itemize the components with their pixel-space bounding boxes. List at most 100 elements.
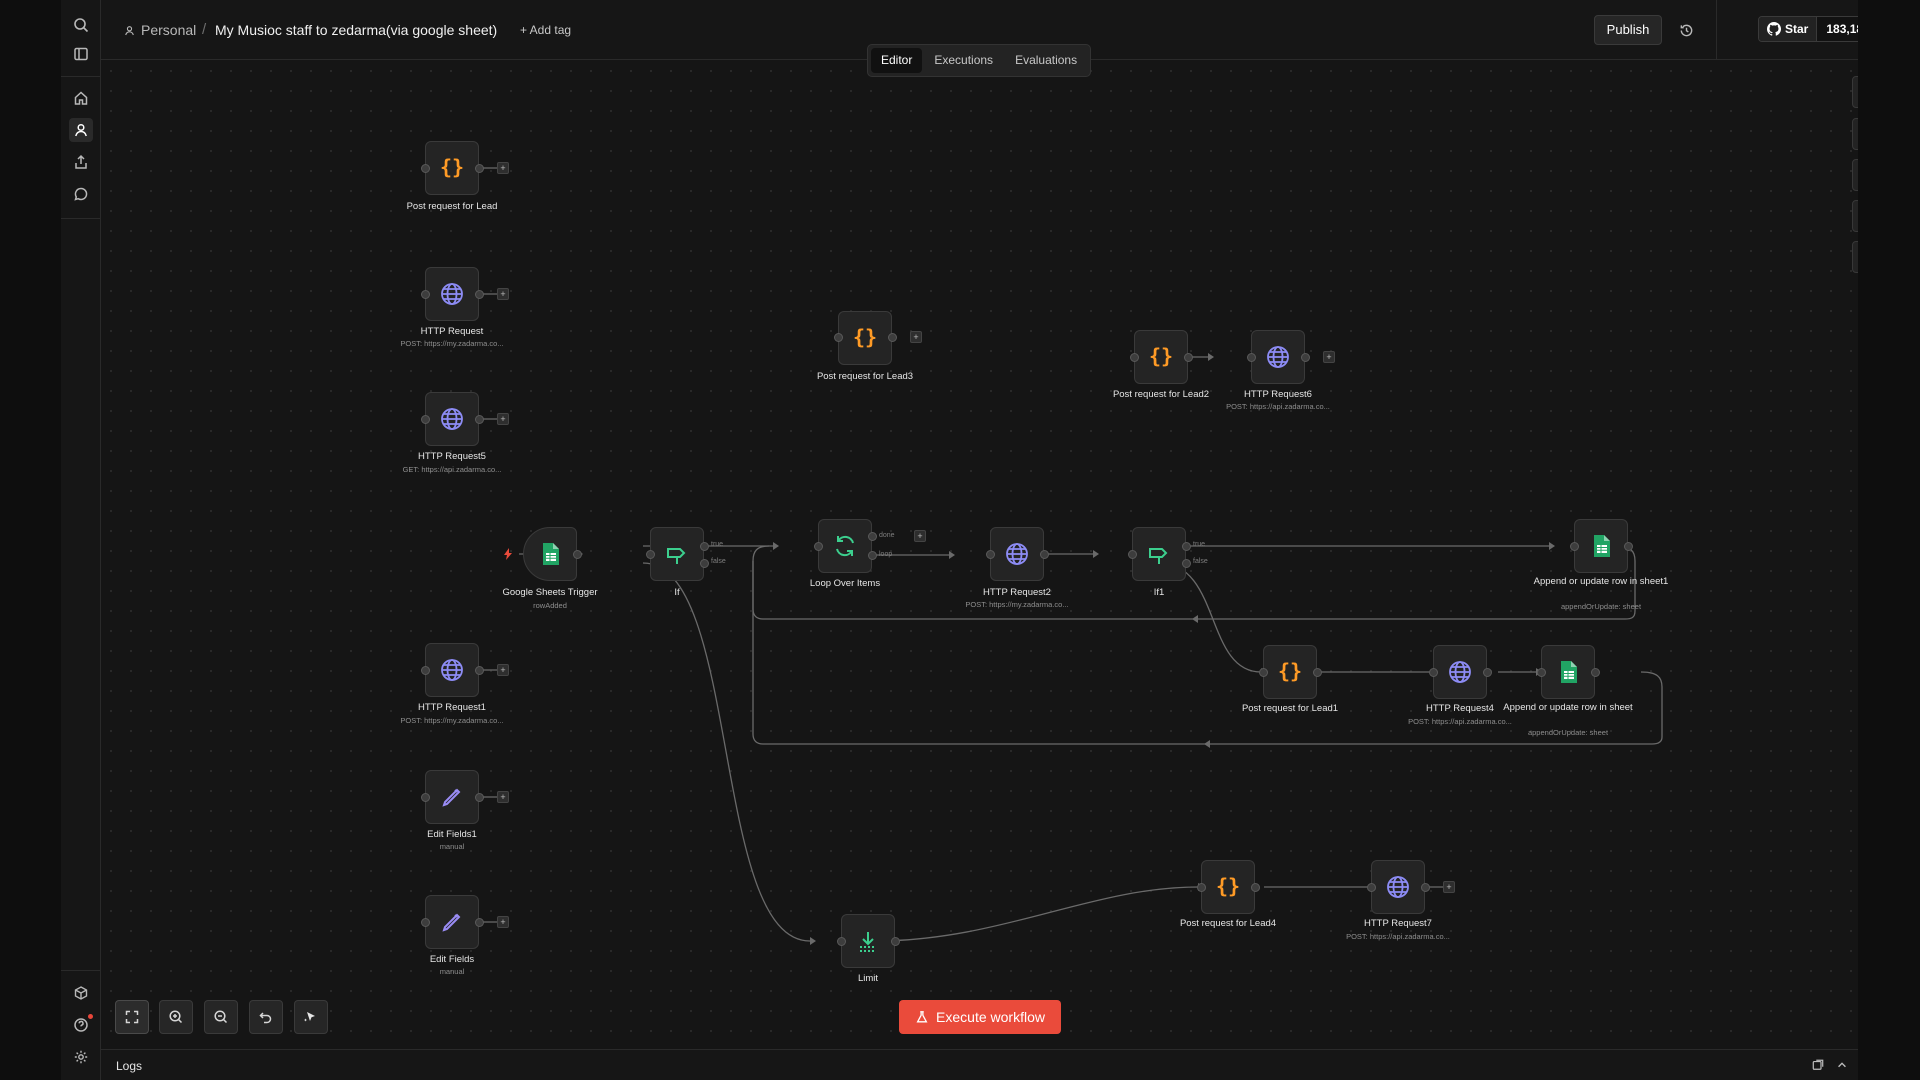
node-loop-over-items[interactable] [818, 519, 872, 573]
node-subtitle: POST: https://my.zadarma.co... [965, 600, 1069, 609]
tidy-up-button[interactable] [294, 1000, 328, 1034]
node-http-request7[interactable] [1371, 860, 1425, 914]
node-append-row-sheet[interactable] [1541, 645, 1595, 699]
publish-button[interactable]: Publish [1594, 15, 1662, 45]
add-node-plus[interactable]: + [497, 664, 509, 676]
zoom-in-button[interactable] [159, 1000, 193, 1034]
search-nodes-button[interactable] [1852, 118, 1858, 150]
pencil-icon [442, 788, 461, 807]
node-subtitle: appendOrUpdate: sheet [1527, 728, 1609, 737]
node-if1[interactable] [1132, 527, 1186, 581]
tab-editor[interactable]: Editor [871, 48, 923, 73]
node-label: Append or update row in sheet1 [1533, 576, 1669, 587]
add-node-plus[interactable]: + [910, 331, 922, 343]
node-post-request-lead2[interactable]: {} [1134, 330, 1188, 384]
node-label: HTTP Request5 [418, 451, 486, 462]
node-http-request1[interactable] [425, 643, 479, 697]
node-post-request-lead3[interactable]: {} [838, 311, 892, 365]
chat-icon[interactable] [69, 182, 93, 206]
project-name: Personal [141, 22, 197, 38]
node-label: HTTP Request1 [418, 702, 486, 713]
zoom-out-button[interactable] [204, 1000, 238, 1034]
node-subtitle: appendOrUpdate: sheet [1560, 602, 1642, 611]
undo-icon [259, 1012, 272, 1024]
popout-icon[interactable] [1811, 1058, 1825, 1072]
add-node-plus[interactable]: + [1443, 881, 1455, 893]
github-star-button[interactable]: Star 183,187 [1758, 16, 1858, 42]
edge-label-loop: loop [879, 551, 893, 558]
node-http-request4[interactable] [1433, 645, 1487, 699]
add-tag-button[interactable]: + Add tag [520, 23, 571, 37]
code-braces-icon: {} [440, 155, 464, 179]
settings-icon[interactable] [69, 1045, 93, 1069]
node-label: Edit Fields1 [427, 829, 477, 840]
add-node-plus[interactable]: + [497, 288, 509, 300]
node-limit[interactable] [841, 914, 895, 968]
history-icon[interactable] [1676, 20, 1696, 40]
add-node-plus[interactable]: + [1323, 351, 1335, 363]
globe-icon [441, 408, 463, 430]
pencil-icon [442, 913, 461, 932]
node-edit-fields1[interactable] [425, 770, 479, 824]
node-label: Edit Fields [429, 954, 475, 965]
node-post-request-lead[interactable]: {} [425, 141, 479, 195]
globe-icon [441, 283, 463, 305]
app-window: Personal / My Musioc staff to zedarma(vi… [61, 0, 1858, 1080]
sticky-note-button[interactable] [1852, 159, 1858, 191]
zoom-in-icon [169, 1010, 183, 1024]
add-node-plus[interactable]: + [914, 530, 926, 542]
execute-workflow-button[interactable]: Execute workflow [899, 1000, 1061, 1034]
node-subtitle: rowAdded [533, 601, 567, 610]
globe-icon [441, 659, 463, 681]
node-subtitle: manual [439, 842, 465, 851]
node-edit-fields[interactable] [425, 895, 479, 949]
branch-icon [1149, 548, 1168, 564]
workflow-title[interactable]: My Musioc staff to zedarma(via google sh… [215, 22, 497, 38]
globe-icon [1387, 876, 1409, 898]
toggle-panel-button[interactable] [1852, 200, 1858, 232]
fit-view-button[interactable] [115, 1000, 149, 1034]
logs-panel[interactable]: Logs [101, 1049, 1858, 1080]
templates-icon[interactable] [69, 981, 93, 1005]
add-node-plus[interactable]: + [497, 413, 509, 425]
undo-button[interactable] [249, 1000, 283, 1034]
search-icon[interactable] [69, 13, 93, 37]
add-node-plus[interactable]: + [497, 162, 509, 174]
node-label: If [674, 587, 680, 598]
breadcrumb-project[interactable]: Personal [124, 22, 196, 38]
chevron-up-icon[interactable] [1835, 1058, 1849, 1072]
svg-text:{}: {} [1149, 344, 1173, 368]
code-braces-icon: {} [1149, 344, 1173, 368]
node-http-request5[interactable] [425, 392, 479, 446]
github-icon [1767, 22, 1781, 36]
share-icon[interactable] [69, 150, 93, 174]
node-append-row-sheet1[interactable] [1574, 519, 1628, 573]
node-label: Post request for Lead1 [1241, 703, 1339, 714]
github-star-count: 183,187 [1817, 17, 1858, 41]
home-icon[interactable] [69, 86, 93, 110]
cursor-sparkle-icon [304, 1012, 315, 1022]
toggle-sidebar-icon[interactable] [69, 42, 93, 66]
add-node-plus[interactable]: + [497, 916, 509, 928]
workflow-canvas[interactable]: {} + Post request for Lead + HTTP Reques… [101, 61, 1858, 1048]
node-http-request[interactable] [425, 267, 479, 321]
node-label: If1 [1153, 587, 1165, 598]
sidebar [61, 0, 101, 1080]
node-post-request-lead1[interactable]: {} [1263, 645, 1317, 699]
node-label: Limit [857, 973, 879, 984]
tab-executions[interactable]: Executions [924, 48, 1003, 73]
node-subtitle: POST: https://my.zadarma.co... [400, 339, 504, 348]
node-label: HTTP Request2 [983, 587, 1051, 598]
node-http-request2[interactable] [990, 527, 1044, 581]
user-icon[interactable] [69, 118, 93, 142]
node-http-request6[interactable] [1251, 330, 1305, 384]
node-label: Append or update row in sheet [1503, 702, 1633, 713]
node-google-sheets-trigger[interactable] [523, 527, 577, 581]
node-if[interactable] [650, 527, 704, 581]
tab-evaluations[interactable]: Evaluations [1005, 48, 1087, 73]
edge-label-false: false [1193, 558, 1208, 565]
node-post-request-lead4[interactable]: {} [1201, 860, 1255, 914]
ai-assistant-button[interactable] [1852, 241, 1858, 273]
add-node-plus[interactable]: + [497, 791, 509, 803]
add-node-button[interactable] [1852, 76, 1858, 108]
